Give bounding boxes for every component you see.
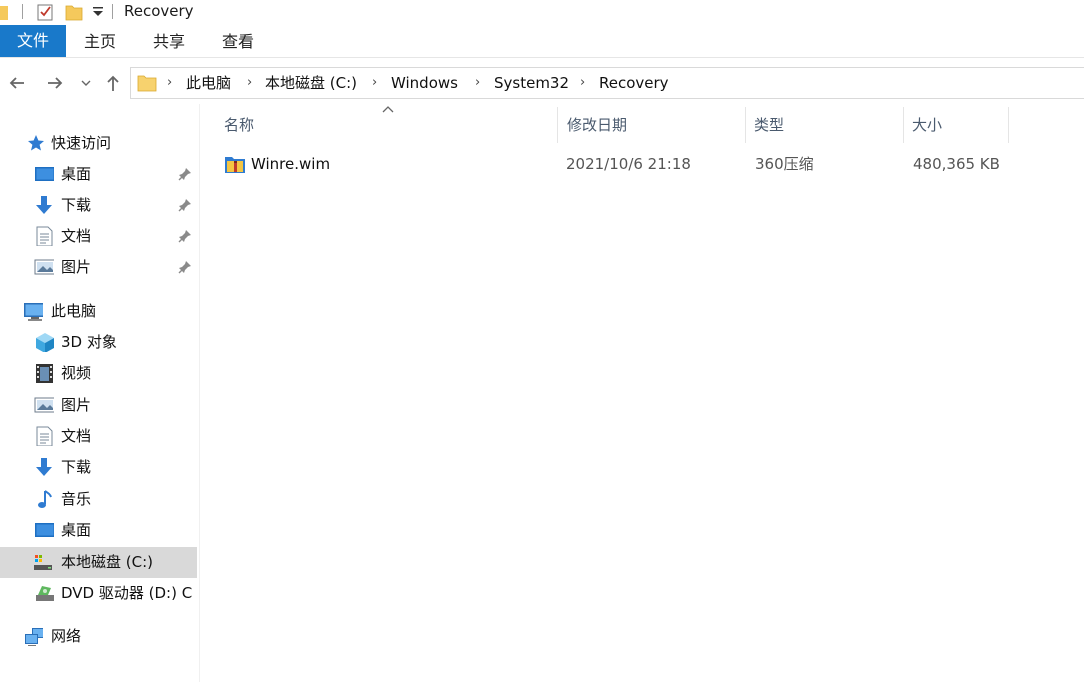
pin-icon[interactable] [178, 229, 192, 243]
sidebar-item-downloads[interactable]: 下载 [0, 452, 197, 483]
sidebar-item-documents[interactable]: 文档 [0, 221, 197, 252]
sidebar-item-pictures[interactable]: 图片 [0, 252, 197, 283]
separator [22, 4, 23, 19]
column-divider[interactable] [1008, 107, 1009, 143]
sidebar-item-label: 图片 [61, 396, 92, 414]
chevron-right-icon[interactable]: › [372, 68, 377, 98]
sidebar-item-quick-access[interactable]: 快速访问 [0, 128, 197, 159]
pin-icon[interactable] [178, 167, 192, 181]
breadcrumb-local-disk[interactable]: 本地磁盘 (C:) [265, 68, 357, 98]
sidebar-item-label: 3D 对象 [61, 333, 117, 351]
column-header-date[interactable]: 修改日期 [567, 107, 627, 143]
breadcrumb-this-pc[interactable]: 此电脑 [186, 68, 231, 98]
file-date: 2021/10/6 21:18 [566, 155, 691, 173]
sidebar-item-local-disk[interactable]: 本地磁盘 (C:) [0, 547, 197, 578]
sidebar-item-label: 视频 [61, 364, 92, 382]
sidebar-item-label: 网络 [51, 627, 82, 645]
chevron-right-icon[interactable]: › [167, 68, 172, 98]
separator [112, 4, 113, 19]
music-note-icon [38, 490, 52, 508]
sidebar-item-dvd-drive[interactable]: DVD 驱动器 (D:) C [0, 578, 197, 609]
pictures-icon [34, 259, 54, 275]
title-bar: Recovery [0, 0, 1084, 25]
sidebar-item-label: 文档 [61, 227, 92, 245]
file-row[interactable]: Winre.wim 2021/10/6 21:18 360压缩 480,365 … [221, 149, 1011, 179]
column-header-name[interactable]: 名称 [224, 107, 254, 143]
file-size: 480,365 KB [913, 155, 1000, 173]
document-icon [36, 226, 53, 246]
sidebar-item-label: 桌面 [61, 521, 92, 539]
sidebar-item-3d-objects[interactable]: 3D 对象 [0, 327, 197, 358]
address-bar[interactable]: › 此电脑 › 本地磁盘 (C:) › Windows › System32 ›… [130, 67, 1084, 99]
sidebar-item-label: 下载 [61, 458, 92, 476]
tab-home[interactable]: 主页 [74, 27, 126, 57]
file-type: 360压缩 [755, 155, 814, 173]
sidebar-item-desktop[interactable]: 桌面 [0, 159, 197, 190]
ribbon-tabs: 文件 主页 共享 查看 [0, 25, 1084, 58]
sidebar-item-downloads[interactable]: 下载 [0, 190, 197, 221]
network-icon [25, 628, 43, 646]
column-divider[interactable] [557, 107, 558, 143]
sidebar-item-videos[interactable]: 视频 [0, 358, 197, 389]
customize-dropdown-icon[interactable] [92, 6, 104, 18]
breadcrumb-windows[interactable]: Windows [391, 68, 458, 98]
sidebar-item-label: 快速访问 [51, 134, 112, 152]
sidebar-item-label: DVD 驱动器 (D:) C [61, 584, 193, 602]
breadcrumb-recovery[interactable]: Recovery [599, 68, 669, 98]
folder-icon [137, 75, 157, 92]
pin-icon[interactable] [178, 260, 192, 274]
sort-ascending-icon [382, 106, 394, 113]
sidebar-item-label: 桌面 [61, 165, 92, 183]
document-icon [36, 426, 53, 446]
desktop-icon [35, 523, 54, 537]
tab-file[interactable]: 文件 [0, 25, 66, 57]
column-header-size[interactable]: 大小 [912, 107, 942, 143]
sidebar-item-label: 音乐 [61, 490, 92, 508]
back-icon[interactable] [4, 70, 30, 96]
drive-icon [34, 555, 52, 570]
chevron-right-icon[interactable]: › [580, 68, 585, 98]
download-icon [36, 196, 52, 214]
dvd-drive-icon [36, 586, 54, 601]
sidebar-item-this-pc[interactable]: 此电脑 [0, 296, 197, 327]
file-list: 名称 修改日期 类型 大小 Winre.wim 2021/10/6 21:18 … [201, 104, 1084, 682]
computer-icon [24, 303, 43, 321]
download-icon [36, 458, 52, 476]
pin-icon[interactable] [178, 198, 192, 212]
sidebar-item-label: 本地磁盘 (C:) [61, 553, 153, 571]
3d-objects-icon [36, 333, 54, 352]
column-divider[interactable] [745, 107, 746, 143]
up-icon[interactable] [100, 70, 126, 96]
chevron-right-icon[interactable]: › [475, 68, 480, 98]
forward-icon[interactable] [42, 70, 68, 96]
sidebar-item-label: 文档 [61, 427, 92, 445]
sidebar-item-pictures[interactable]: 图片 [0, 390, 197, 421]
window-title: Recovery [124, 2, 194, 20]
navigation-pane: 快速访问 桌面 下载 文档 图片 此电脑 3D 对象 视频 图片 文档 下载 音… [0, 104, 200, 682]
folder-icon[interactable] [0, 2, 10, 22]
archive-file-icon [225, 157, 245, 173]
star-icon [28, 135, 44, 151]
navigation-bar: › 此电脑 › 本地磁盘 (C:) › Windows › System32 ›… [0, 64, 1084, 102]
tab-view[interactable]: 查看 [212, 27, 264, 57]
file-name: Winre.wim [251, 155, 331, 173]
column-divider[interactable] [903, 107, 904, 143]
sidebar-item-label: 此电脑 [51, 302, 97, 320]
sidebar-item-network[interactable]: 网络 [0, 621, 197, 652]
desktop-icon [35, 167, 54, 181]
column-header-type[interactable]: 类型 [754, 107, 784, 143]
sidebar-item-desktop[interactable]: 桌面 [0, 515, 197, 546]
breadcrumb-system32[interactable]: System32 [494, 68, 569, 98]
sidebar-item-label: 下载 [61, 196, 92, 214]
video-icon [36, 364, 53, 383]
sidebar-item-documents[interactable]: 文档 [0, 421, 197, 452]
sidebar-item-music[interactable]: 音乐 [0, 484, 197, 515]
properties-icon[interactable] [36, 2, 56, 22]
pictures-icon [34, 397, 54, 413]
sidebar-item-label: 图片 [61, 258, 92, 276]
new-folder-icon[interactable] [64, 2, 84, 22]
tab-share[interactable]: 共享 [143, 27, 195, 57]
chevron-right-icon[interactable]: › [247, 68, 252, 98]
